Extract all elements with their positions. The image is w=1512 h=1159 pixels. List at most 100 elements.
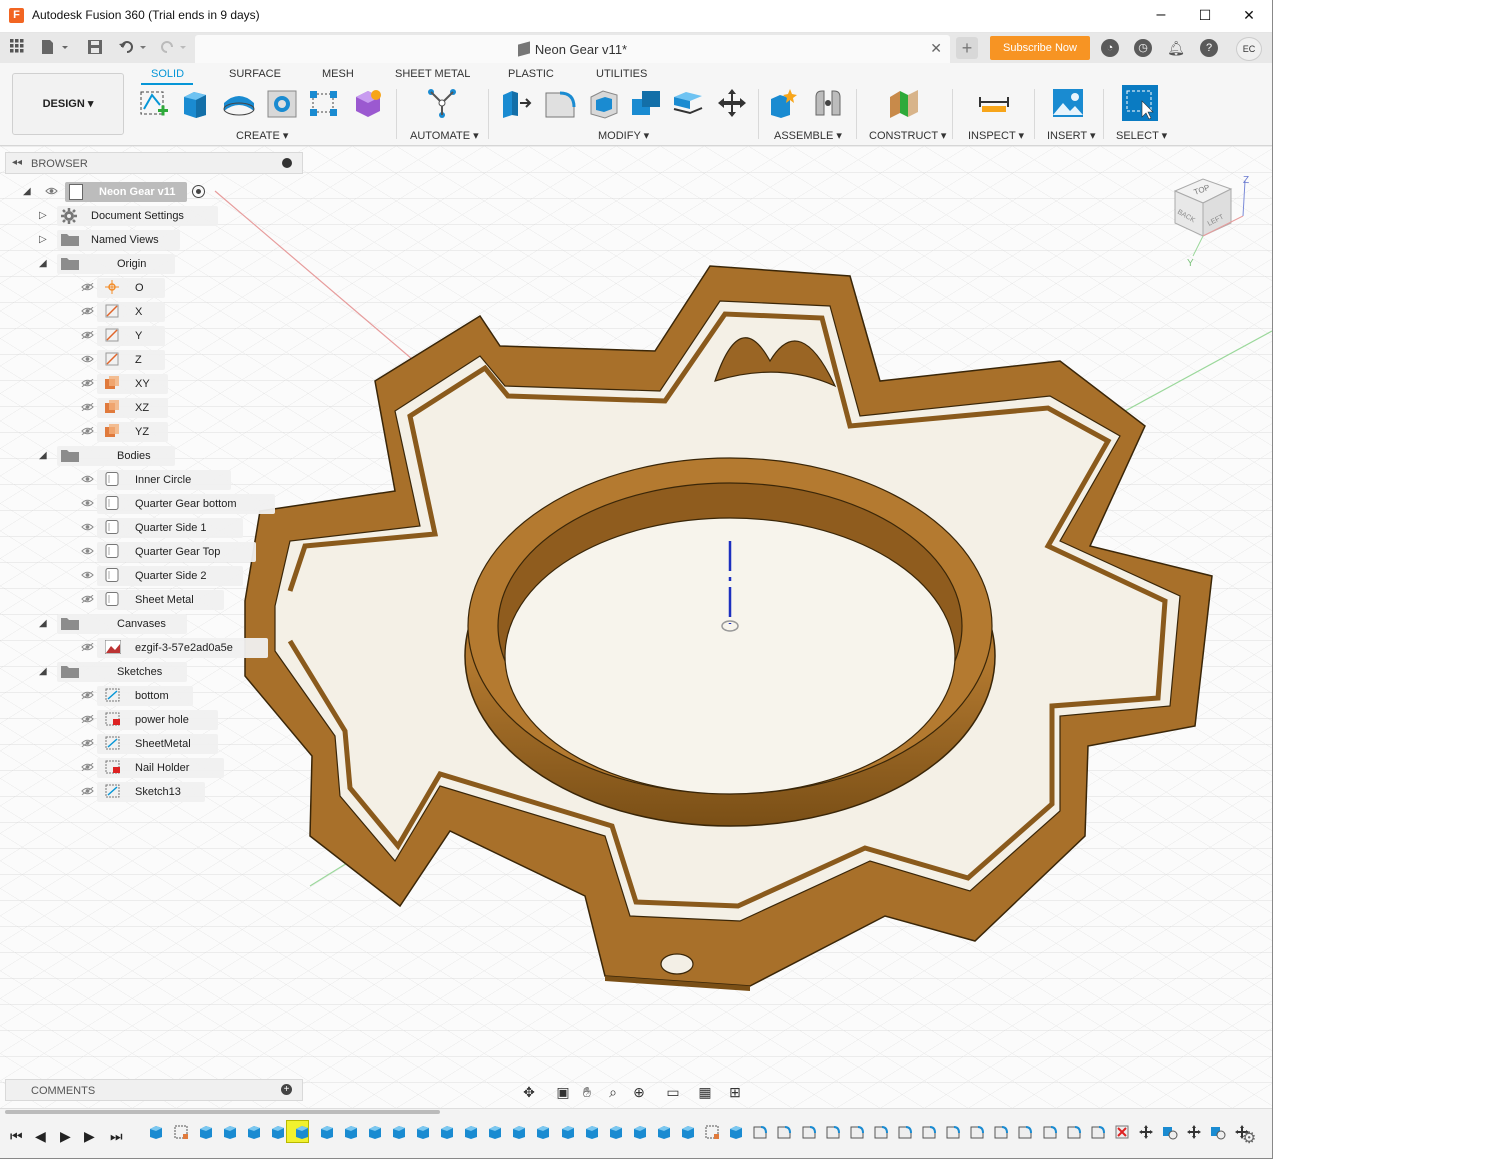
browser-item[interactable]: Inner Circle bbox=[5, 470, 305, 490]
timeline-feature-icon[interactable] bbox=[969, 1124, 985, 1140]
hidden-eye-icon[interactable] bbox=[81, 402, 94, 412]
timeline-feature-icon[interactable] bbox=[367, 1124, 383, 1140]
hidden-eye-icon[interactable] bbox=[81, 690, 94, 700]
expand-triangle-icon[interactable]: ◢ bbox=[39, 450, 47, 461]
orbit-icon[interactable]: ✥ bbox=[519, 1083, 539, 1101]
timeline-feature-icon[interactable] bbox=[173, 1124, 189, 1140]
timeline-feature-icon[interactable] bbox=[535, 1124, 551, 1140]
browser-item[interactable]: Z bbox=[5, 350, 305, 370]
tab-mesh[interactable]: MESH bbox=[322, 68, 354, 80]
collapse-triangle-icon[interactable]: ◢ bbox=[23, 186, 31, 197]
collapse-browser-icon[interactable]: ◂◂ bbox=[12, 157, 22, 168]
combine-icon[interactable] bbox=[630, 87, 662, 119]
fit-icon[interactable]: ⊕ bbox=[629, 1083, 649, 1101]
timeline-feature-icon[interactable] bbox=[1090, 1124, 1106, 1140]
maximize-button[interactable]: ☐ bbox=[1182, 0, 1228, 30]
go-to-start-icon[interactable]: ⏮ bbox=[10, 1128, 23, 1145]
browser-item[interactable]: XY bbox=[5, 374, 305, 394]
timeline-feature-icon[interactable] bbox=[463, 1124, 479, 1140]
create-menu[interactable]: CREATE ▾ bbox=[236, 129, 288, 142]
display-settings-icon[interactable]: ▭ bbox=[663, 1083, 683, 1101]
expand-triangle-icon[interactable]: ▷ bbox=[39, 234, 47, 245]
offset-faces-icon[interactable] bbox=[672, 87, 704, 119]
timeline-feature-icon[interactable] bbox=[608, 1124, 624, 1140]
browser-item[interactable]: YZ bbox=[5, 422, 305, 442]
new-component-icon[interactable] bbox=[768, 87, 800, 119]
timeline-feature-icon[interactable] bbox=[294, 1124, 310, 1140]
extensions-icon[interactable]: ◔ bbox=[1101, 39, 1119, 57]
hidden-eye-icon[interactable] bbox=[81, 642, 94, 652]
step-back-icon[interactable]: ◀︎ bbox=[35, 1128, 46, 1145]
insert-image-icon[interactable] bbox=[1052, 87, 1084, 119]
modify-menu[interactable]: MODIFY ▾ bbox=[598, 129, 649, 142]
timeline-feature-icon[interactable] bbox=[704, 1124, 720, 1140]
zoom-icon[interactable]: ⌕ bbox=[603, 1083, 623, 1101]
press-pull-icon[interactable] bbox=[500, 87, 532, 119]
move-copy-icon[interactable] bbox=[716, 87, 748, 119]
timeline-feature-icon[interactable] bbox=[632, 1124, 648, 1140]
timeline-feature-icon[interactable] bbox=[752, 1124, 768, 1140]
look-at-icon[interactable]: ▣ bbox=[553, 1083, 573, 1101]
hidden-eye-icon[interactable] bbox=[81, 378, 94, 388]
visibility-eye-icon[interactable] bbox=[45, 186, 58, 196]
subscribe-now-button[interactable]: Subscribe Now bbox=[990, 36, 1090, 60]
timeline-feature-icon[interactable] bbox=[1114, 1124, 1130, 1140]
browser-item[interactable]: ▷ Document Settings bbox=[5, 206, 305, 226]
visibility-eye-icon[interactable] bbox=[81, 498, 94, 508]
timeline-feature-icon[interactable] bbox=[1210, 1124, 1226, 1140]
browser-item[interactable]: SheetMetal bbox=[5, 734, 305, 754]
go-to-end-icon[interactable]: ⏭ bbox=[110, 1128, 123, 1145]
tab-utilities[interactable]: UTILITIES bbox=[596, 68, 647, 80]
browser-item[interactable]: Quarter Gear bottom bbox=[5, 494, 305, 514]
browser-item[interactable]: ◢ Sketches bbox=[5, 662, 305, 682]
browser-item[interactable]: Y bbox=[5, 326, 305, 346]
browser-item[interactable]: Sheet Metal bbox=[5, 590, 305, 610]
timeline-feature-icon[interactable] bbox=[801, 1124, 817, 1140]
timeline-feature-icon[interactable] bbox=[993, 1124, 1009, 1140]
hidden-eye-icon[interactable] bbox=[81, 762, 94, 772]
document-tab[interactable]: Neon Gear v11* ✕ bbox=[195, 35, 950, 63]
tab-sheet-metal[interactable]: SHEET METAL bbox=[395, 68, 470, 80]
browser-item[interactable]: Nail Holder bbox=[5, 758, 305, 778]
timeline-feature-icon[interactable] bbox=[945, 1124, 961, 1140]
data-panel-grid-icon[interactable] bbox=[8, 39, 26, 57]
hidden-eye-icon[interactable] bbox=[81, 306, 94, 316]
timeline-feature-icon[interactable] bbox=[1042, 1124, 1058, 1140]
timeline-feature-icon[interactable] bbox=[1138, 1124, 1154, 1140]
timeline-feature-icon[interactable] bbox=[415, 1124, 431, 1140]
shell-icon[interactable] bbox=[588, 87, 620, 119]
viewports-icon[interactable]: ⊞ bbox=[725, 1083, 745, 1101]
timeline-feature-icon[interactable] bbox=[319, 1124, 335, 1140]
comments-panel[interactable]: COMMENTS + bbox=[5, 1079, 303, 1101]
close-window-button[interactable]: ✕ bbox=[1226, 0, 1272, 30]
hidden-eye-icon[interactable] bbox=[81, 714, 94, 724]
measure-icon[interactable] bbox=[978, 87, 1010, 119]
tab-plastic[interactable]: PLASTIC bbox=[508, 68, 554, 80]
timeline-feature-icon[interactable] bbox=[584, 1124, 600, 1140]
browser-item[interactable]: ◢ Canvases bbox=[5, 614, 305, 634]
timeline-feature-icon[interactable] bbox=[1066, 1124, 1082, 1140]
timeline-feature-icon[interactable] bbox=[511, 1124, 527, 1140]
save-icon[interactable] bbox=[86, 39, 104, 57]
step-forward-icon[interactable]: ▶︎ bbox=[84, 1128, 95, 1145]
browser-item[interactable]: bottom bbox=[5, 686, 305, 706]
construct-menu[interactable]: CONSTRUCT ▾ bbox=[869, 129, 946, 142]
visibility-eye-icon[interactable] bbox=[81, 570, 94, 580]
new-tab-button[interactable]: + bbox=[956, 37, 978, 59]
undo-icon[interactable] bbox=[118, 39, 148, 57]
timeline-feature-icon[interactable] bbox=[1017, 1124, 1033, 1140]
viewcube[interactable]: TOP BACK LEFT Z Y bbox=[1165, 171, 1255, 271]
pattern-icon[interactable] bbox=[308, 87, 340, 119]
hidden-eye-icon[interactable] bbox=[81, 426, 94, 436]
hidden-eye-icon[interactable] bbox=[81, 282, 94, 292]
assemble-menu[interactable]: ASSEMBLE ▾ bbox=[774, 129, 842, 142]
timeline-scrollbar[interactable] bbox=[5, 1110, 440, 1114]
timeline-feature-icon[interactable] bbox=[921, 1124, 937, 1140]
select-window-icon[interactable] bbox=[1122, 85, 1158, 121]
expand-triangle-icon[interactable]: ◢ bbox=[39, 258, 47, 269]
notifications-bell-icon[interactable]: 🔔︎ bbox=[1167, 39, 1185, 57]
browser-item[interactable]: Quarter Gear Top bbox=[5, 542, 305, 562]
timeline-feature-icon[interactable] bbox=[873, 1124, 889, 1140]
insert-menu[interactable]: INSERT ▾ bbox=[1047, 129, 1096, 142]
add-comment-icon[interactable]: + bbox=[281, 1084, 292, 1095]
